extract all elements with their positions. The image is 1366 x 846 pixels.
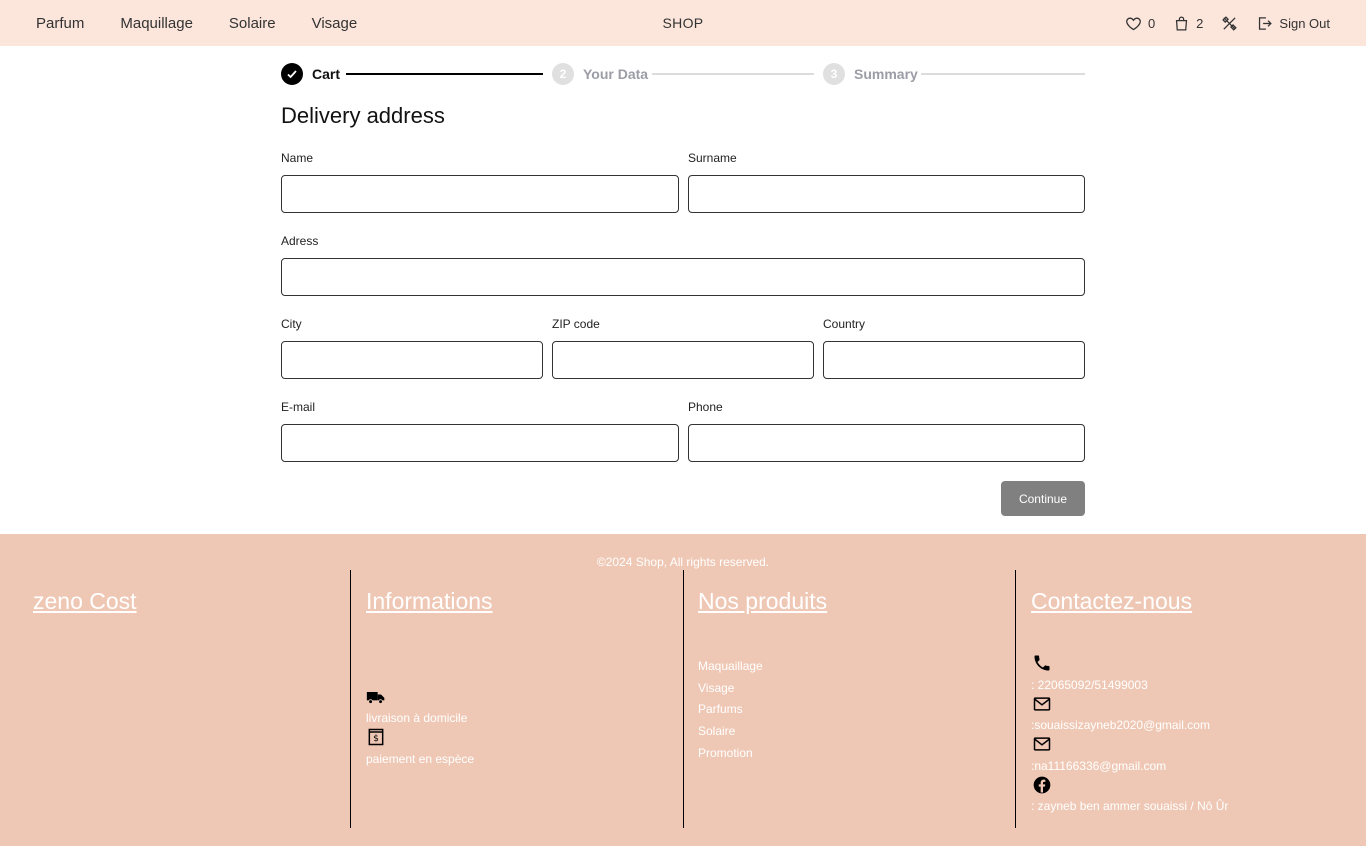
- step-connector-2: [652, 73, 814, 75]
- step-cart-label: Cart: [312, 66, 341, 82]
- cart-button[interactable]: 2: [1173, 15, 1203, 32]
- footer-product-link[interactable]: Visage: [698, 681, 734, 695]
- footer-product-link[interactable]: Solaire: [698, 724, 735, 738]
- nav-link-maquillage[interactable]: Maquillage: [120, 15, 193, 32]
- step-connector-1: [346, 73, 543, 75]
- contact-email-1[interactable]: :souaissizayneb2020@gmail.com: [1031, 718, 1210, 732]
- footer-divider-1: [350, 570, 351, 828]
- footer-product-link[interactable]: Promotion: [698, 746, 753, 760]
- step-number-2: 2: [552, 63, 574, 85]
- continue-button[interactable]: Continue: [1001, 481, 1085, 516]
- copyright-wrapper: ©2024 Shop, All rights reserved.: [0, 555, 1366, 569]
- sign-out-button[interactable]: Sign Out: [1256, 15, 1330, 32]
- delivery-text: livraison à domicile: [366, 711, 468, 725]
- phone-input[interactable]: [688, 424, 1085, 462]
- footer-contact-title[interactable]: Contactez-nous: [1031, 588, 1192, 615]
- svg-text:$: $: [373, 733, 379, 744]
- tools-button[interactable]: [1221, 15, 1238, 32]
- mail-icon: [1032, 694, 1052, 714]
- wishlist-button[interactable]: 0: [1125, 15, 1155, 32]
- step-your-data-label: Your Data: [583, 66, 649, 82]
- city-input[interactable]: [281, 341, 543, 379]
- nav-link-parfum[interactable]: Parfum: [36, 15, 84, 32]
- nav-link-visage[interactable]: Visage: [312, 15, 358, 32]
- footer-products-title[interactable]: Nos produits: [698, 588, 827, 615]
- step-your-data[interactable]: 2 Your Data: [552, 63, 648, 85]
- payment-text: paiement en espèce: [366, 752, 475, 766]
- zip-label: ZIP code: [552, 317, 600, 331]
- step-summary-label: Summary: [854, 66, 918, 82]
- phone-label: Phone: [688, 400, 723, 414]
- name-label: Name: [281, 151, 314, 165]
- step-connector-3: [921, 73, 1085, 75]
- shopping-bag-icon: [1173, 15, 1190, 32]
- checkmark-icon: [281, 63, 303, 85]
- mail-icon: [1032, 734, 1052, 754]
- step-summary[interactable]: 3 Summary: [823, 63, 918, 85]
- email-label: E-mail: [281, 400, 316, 414]
- address-label: Adress: [281, 234, 319, 248]
- footer-divider-2: [683, 570, 684, 828]
- footer-divider-3: [1015, 570, 1016, 828]
- page-title: Delivery address: [281, 103, 445, 128]
- footer-product-link[interactable]: Parfums: [698, 702, 743, 716]
- copyright-text: ©2024 Shop, All rights reserved.: [596, 555, 770, 569]
- footer: ©2024 Shop, All rights reserved. zeno Co…: [0, 534, 1366, 846]
- step-cart[interactable]: Cart: [281, 63, 340, 85]
- step-number-3: 3: [823, 63, 845, 85]
- surname-input[interactable]: [688, 175, 1085, 213]
- sign-out-label: Sign Out: [1279, 15, 1330, 31]
- name-input[interactable]: [281, 175, 679, 213]
- country-input[interactable]: [823, 341, 1085, 379]
- sign-out-icon: [1256, 15, 1273, 32]
- city-label: City: [281, 317, 302, 331]
- cart-count: 2: [1196, 15, 1204, 31]
- nav-link-solaire[interactable]: Solaire: [229, 15, 276, 32]
- address-input[interactable]: [281, 258, 1085, 296]
- category-nav: Parfum Maquillage Solaire Visage: [36, 0, 357, 46]
- contact-email-2[interactable]: :na11166336@gmail.com: [1031, 759, 1166, 773]
- cash-icon: $: [366, 727, 386, 747]
- brand-logo-text[interactable]: SHOP: [663, 15, 704, 31]
- facebook-icon: [1032, 775, 1052, 795]
- contact-phone-text: : 22065092/51499003: [1031, 678, 1148, 692]
- email-input[interactable]: [281, 424, 679, 462]
- surname-label: Surname: [688, 151, 737, 165]
- wishlist-count: 0: [1147, 15, 1156, 31]
- zip-input[interactable]: [552, 341, 814, 379]
- checkout-stepper: Cart 2 Your Data 3 Summary: [281, 63, 1085, 85]
- user-actions: 0 2 Sign Out: [1125, 0, 1330, 46]
- truck-icon: [366, 687, 386, 707]
- tools-icon: [1221, 15, 1238, 32]
- contact-facebook-text[interactable]: : zayneb ben ammer souaissi / Nô Ûr: [1031, 799, 1228, 813]
- footer-info-title[interactable]: Informations: [366, 588, 493, 615]
- top-navbar: Parfum Maquillage Solaire Visage SHOP 0 …: [0, 0, 1366, 46]
- footer-brand-title[interactable]: zeno Cost: [33, 588, 137, 615]
- country-label: Country: [823, 317, 866, 331]
- footer-product-link[interactable]: Maquaillage: [698, 659, 763, 673]
- phone-icon: [1032, 653, 1052, 673]
- heart-icon: [1125, 15, 1142, 32]
